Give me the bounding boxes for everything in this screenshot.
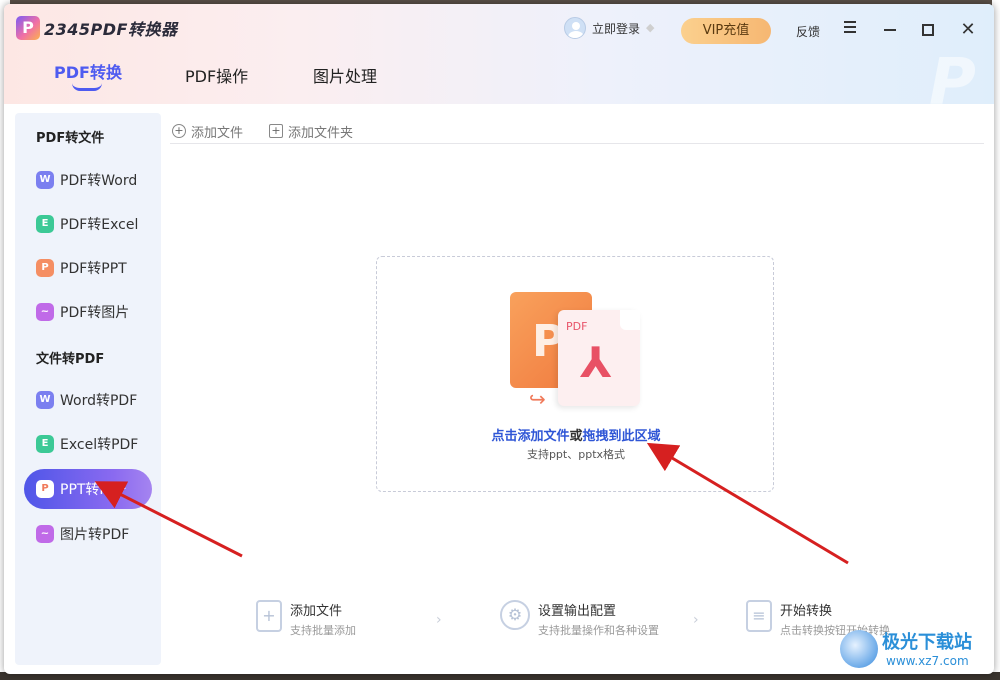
chevron-right-icon: › (436, 612, 442, 628)
image-icon: ~ (36, 303, 54, 321)
convert-arrow-icon: ↪ (529, 387, 546, 411)
sidebar-item-excel-to-pdf[interactable]: E Excel转PDF (24, 424, 152, 464)
add-file-label: 添加文件 (191, 125, 244, 141)
image-icon: ~ (36, 525, 54, 543)
settings-icon: ⚙ (500, 600, 530, 630)
avatar-icon (564, 17, 586, 39)
supported-formats-text: 支持ppt、pptx格式 (526, 448, 626, 461)
step-title: 设置输出配置 (538, 604, 617, 619)
sidebar-item-label: PDF转Word (60, 173, 138, 189)
sidebar: PDF转文件 W PDF转Word E PDF转Excel P PDF转PPT … (15, 113, 161, 665)
excel-icon: E (36, 435, 54, 453)
add-file-button[interactable]: + 添加文件 (172, 118, 243, 144)
add-folder-label: 添加文件夹 (288, 125, 354, 141)
add-folder-button[interactable]: + 添加文件夹 (269, 118, 353, 144)
sidebar-item-label: PPT转PDF (60, 482, 127, 498)
app-title: 2345PDF转换器 (44, 20, 178, 39)
step-add-file: + 添加文件 支持批量添加 (256, 600, 356, 638)
site-watermark: 极光下载站 www.xz7.com (840, 626, 990, 676)
step-output-settings: ⚙ 设置输出配置 支持批量操作和各种设置 (500, 600, 659, 638)
tab-pdf-convert[interactable]: PDF转换 (54, 59, 122, 83)
sidebar-item-label: Word转PDF (60, 393, 138, 409)
excel-icon: E (36, 215, 54, 233)
ppt-icon: P (36, 259, 54, 277)
sidebar-item-pdf-to-word[interactable]: W PDF转Word (24, 160, 152, 200)
pdf-file-illustration-icon: PDF ⅄ (558, 310, 640, 406)
sidebar-item-ppt-to-pdf[interactable]: P PPT转PDF (24, 469, 152, 509)
step-title: 添加文件 (290, 604, 343, 619)
app-logo-icon: P (16, 16, 40, 40)
file-drop-zone[interactable]: P PDF ⅄ ↪ 点击添加文件或拖拽到此区域 支持ppt、pptx格式 (376, 256, 774, 492)
feedback-link[interactable]: 反馈 (796, 23, 820, 40)
drop-zone-instruction: 点击添加文件或拖拽到此区域 (491, 429, 661, 444)
sidebar-item-image-to-pdf[interactable]: ~ 图片转PDF (24, 514, 152, 554)
file-toolbar: + 添加文件 + 添加文件夹 (172, 118, 353, 144)
word-icon: W (36, 391, 54, 409)
sidebar-item-label: 图片转PDF (60, 527, 130, 543)
step-title: 开始转换 (780, 604, 833, 619)
sidebar-section-file-to-pdf: 文件转PDF (36, 352, 105, 367)
chevron-right-icon: › (693, 612, 699, 628)
sidebar-item-pdf-to-ppt[interactable]: P PDF转PPT (24, 248, 152, 288)
tab-active-indicator (72, 83, 102, 91)
sidebar-item-label: PDF转Excel (60, 217, 139, 233)
watermark-logo-icon (840, 630, 878, 668)
word-icon: W (36, 171, 54, 189)
pdf-label: PDF (566, 320, 588, 333)
document-icon: ≡ (746, 600, 772, 632)
sidebar-item-word-to-pdf[interactable]: W Word转PDF (24, 380, 152, 420)
plus-square-icon: + (269, 124, 284, 138)
click-add-file-link[interactable]: 点击添加文件 (491, 429, 569, 444)
sidebar-item-pdf-to-image[interactable]: ~ PDF转图片 (24, 292, 152, 332)
sidebar-item-label: PDF转PPT (60, 261, 127, 277)
step-desc: 支持批量操作和各种设置 (538, 624, 659, 637)
diamond-icon: ◆ (646, 21, 655, 34)
maximize-icon[interactable] (916, 18, 940, 42)
tab-image-processing[interactable]: 图片处理 (313, 63, 377, 87)
close-icon[interactable]: ✕ (956, 18, 980, 42)
menu-icon[interactable] (838, 18, 862, 42)
minimize-icon[interactable] (878, 18, 902, 42)
watermark-name: 极光下载站 (882, 632, 972, 653)
main-tabs: PDF转换 PDF操作 图片处理 (4, 59, 604, 99)
login-label: 立即登录 (592, 21, 641, 36)
sidebar-section-pdf-to-file: PDF转文件 (36, 131, 105, 146)
sidebar-item-pdf-to-excel[interactable]: E PDF转Excel (24, 204, 152, 244)
acrobat-icon: ⅄ (580, 338, 612, 387)
sidebar-item-label: PDF转图片 (60, 305, 130, 321)
tab-pdf-operations[interactable]: PDF操作 (185, 63, 248, 87)
toolbar-divider (170, 143, 984, 144)
watermark-url: www.xz7.com (886, 654, 969, 668)
app-window: P 2345PDF转换器 立即登录 ◆ VIP充值 反馈 ✕ P PDF转换 P… (4, 4, 994, 674)
ppt-icon: P (36, 480, 54, 498)
plus-circle-icon: + (172, 124, 186, 138)
decorative-p-logo-icon: P (929, 46, 976, 120)
sidebar-item-label: Excel转PDF (60, 437, 139, 453)
vip-recharge-button[interactable]: VIP充值 (681, 18, 771, 44)
title-bar: P 2345PDF转换器 立即登录 ◆ VIP充值 反馈 ✕ P PDF转换 P… (4, 4, 994, 120)
drag-here-text: 拖拽到此区域 (582, 429, 661, 444)
step-desc: 支持批量添加 (290, 624, 356, 637)
add-file-icon: + (256, 600, 282, 632)
login-button[interactable]: 立即登录 ◆ (564, 17, 658, 39)
